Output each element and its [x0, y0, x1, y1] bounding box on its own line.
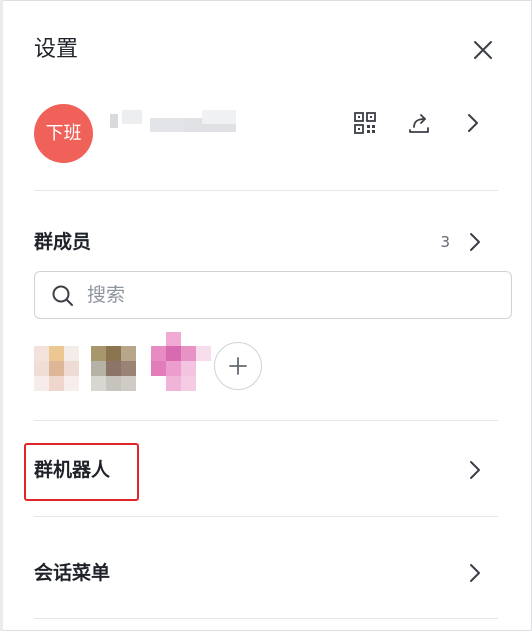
members-count: 3: [440, 233, 450, 251]
close-icon[interactable]: [470, 37, 496, 63]
panel-header: 设置: [34, 34, 504, 66]
profile-actions: [352, 110, 492, 136]
qr-code-icon[interactable]: [352, 110, 378, 136]
group-name-redacted: [110, 110, 236, 132]
chevron-right-icon[interactable]: [462, 560, 488, 586]
search-icon: [51, 284, 75, 308]
share-icon[interactable]: [406, 110, 432, 136]
member-search-box[interactable]: [34, 271, 512, 319]
panel-edge: [0, 0, 3, 631]
divider: [34, 420, 498, 421]
member-avatar[interactable]: [91, 332, 137, 392]
add-member-button[interactable]: [214, 342, 262, 390]
group-members-row[interactable]: 群成员 3: [34, 228, 498, 256]
chevron-right-icon[interactable]: [462, 229, 488, 255]
member-avatar[interactable]: [151, 332, 211, 392]
divider: [34, 190, 498, 191]
group-avatar[interactable]: 下班: [34, 104, 93, 163]
session-menu-row[interactable]: 会话菜单: [34, 557, 498, 589]
member-avatar-list: [34, 332, 274, 394]
search-input[interactable]: [87, 280, 487, 310]
group-profile-row: 下班: [34, 104, 498, 164]
divider: [34, 618, 498, 619]
members-label: 群成员: [34, 231, 92, 253]
page-title: 设置: [34, 37, 79, 62]
chevron-right-icon[interactable]: [460, 110, 486, 136]
divider: [34, 516, 498, 517]
chevron-right-icon[interactable]: [462, 457, 488, 483]
highlight-annotation: [24, 443, 139, 501]
session-menu-label: 会话菜单: [34, 562, 111, 584]
member-avatar[interactable]: [34, 332, 80, 392]
plus-icon: [229, 357, 247, 375]
